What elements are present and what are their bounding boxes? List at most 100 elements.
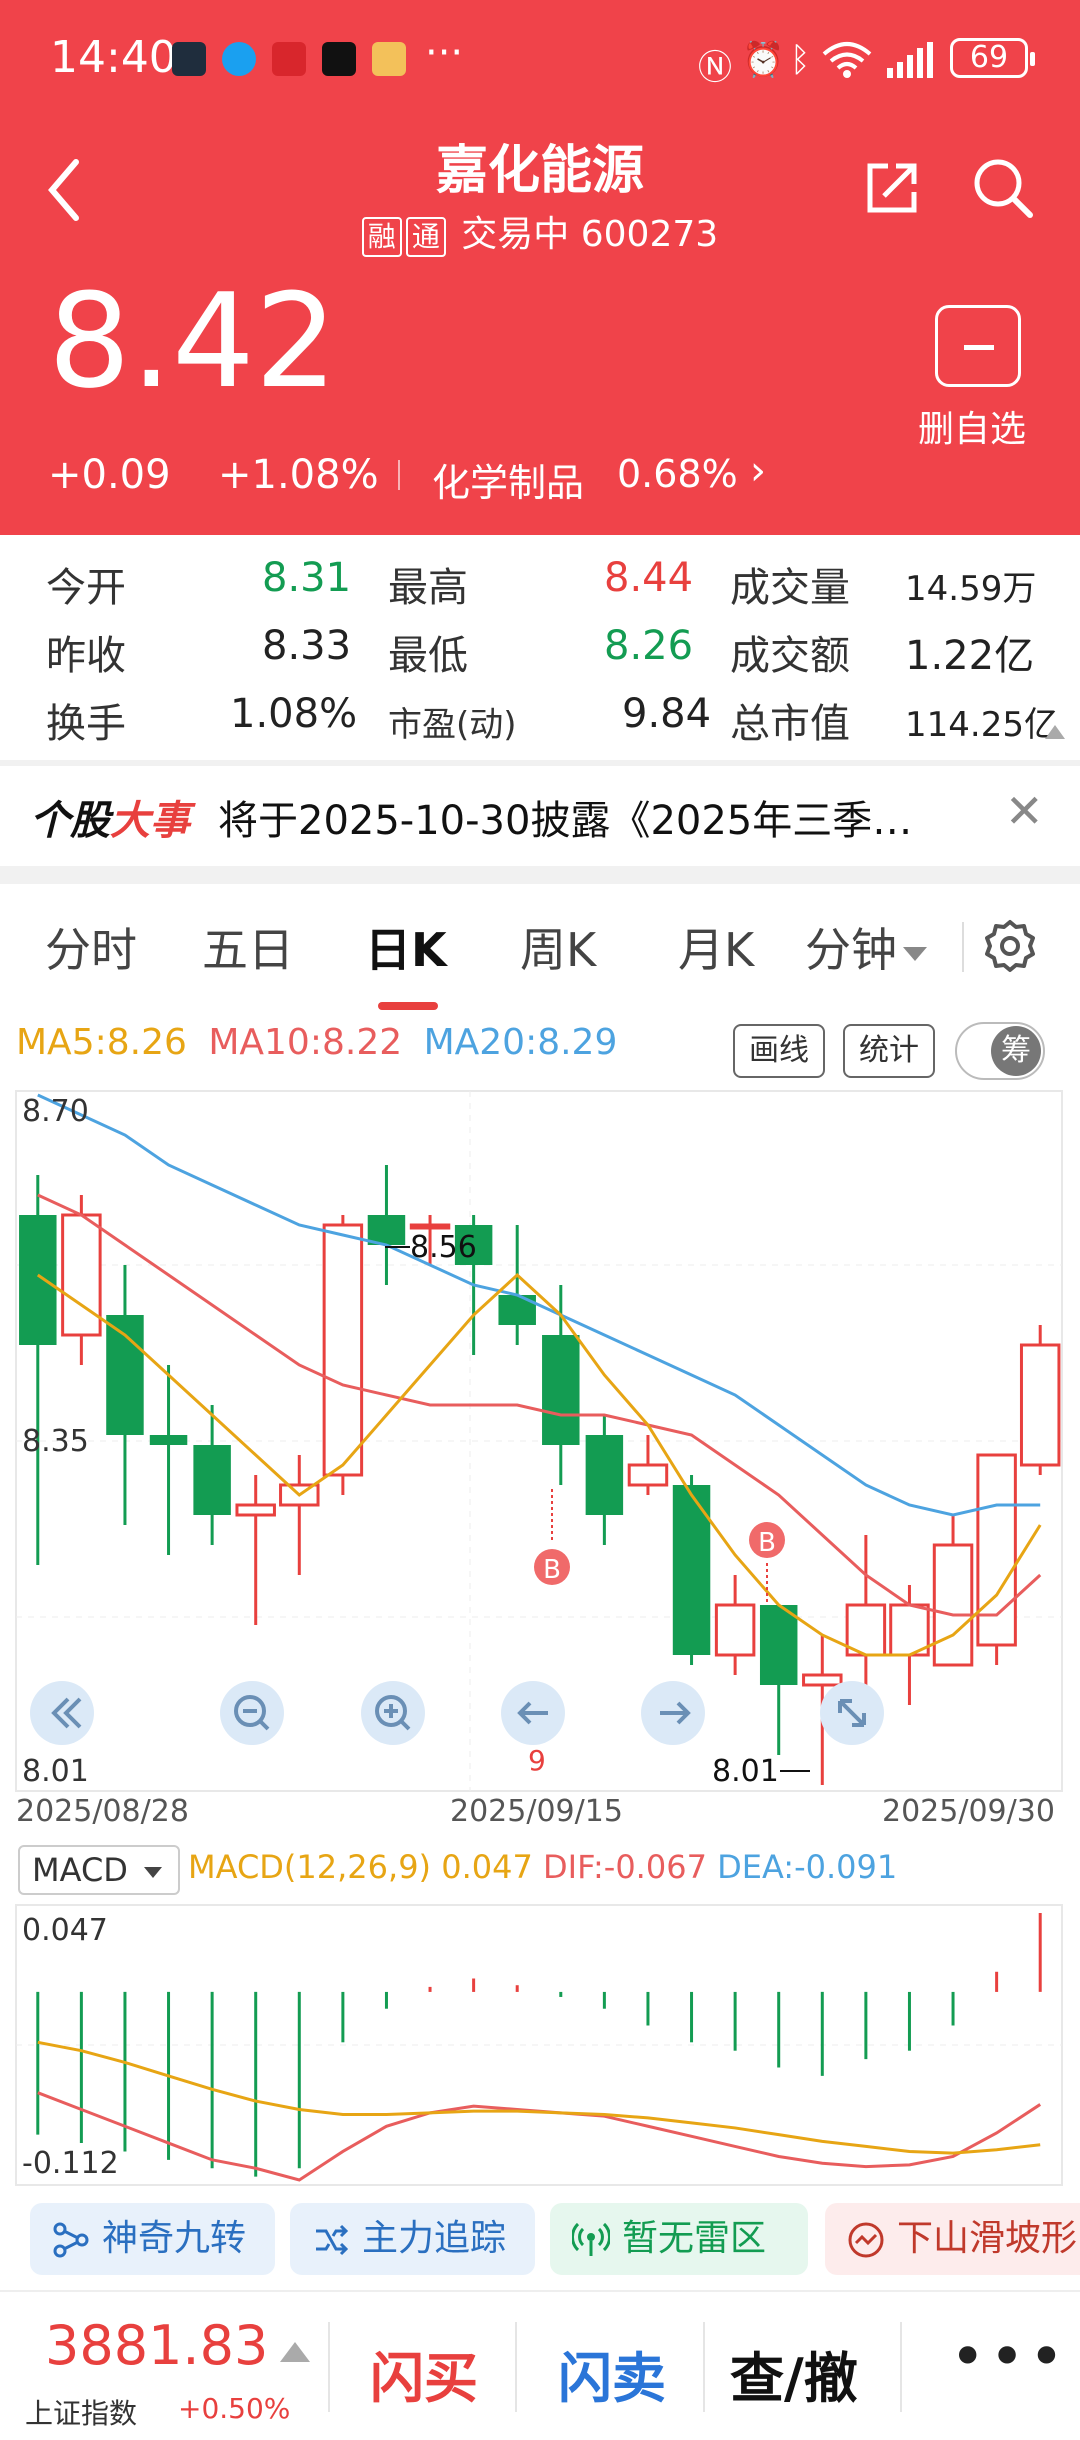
bank-app-notification-icon <box>372 42 406 76</box>
indicator-select-label: MACD <box>32 1851 128 1889</box>
candle-body[interactable] <box>585 1435 624 1515</box>
remove-watchlist-button[interactable] <box>935 305 1021 387</box>
pan-right-button[interactable] <box>641 1681 705 1745</box>
candle-body[interactable] <box>672 1485 711 1655</box>
y-tick-label: 8.70 <box>22 1094 89 1129</box>
sector-name[interactable]: 化学制品 <box>432 452 584 507</box>
battery-icon: 69 <box>950 38 1035 78</box>
chip-pattern[interactable]: 下山滑坡形 <box>825 2203 1080 2275</box>
zoom-out-button[interactable] <box>220 1681 284 1745</box>
scroll-left-button[interactable] <box>30 1681 94 1745</box>
candle-body[interactable] <box>149 1435 188 1445</box>
y-tick-label: 0.047 <box>22 1913 108 1948</box>
tab-daily-k[interactable]: 日K <box>365 914 447 980</box>
news-tag-a: 个股 <box>30 798 110 844</box>
volume-value: 14.59万 <box>905 569 1037 609</box>
chat-notification-icon <box>222 42 256 76</box>
stock-code: 600273 <box>580 214 719 255</box>
signal-icon <box>887 42 933 78</box>
divider <box>962 922 964 972</box>
candle-body[interactable] <box>193 1445 231 1515</box>
tab-monthly-k[interactable]: 月K <box>678 914 754 980</box>
x-tick-label: 2025/09/15 <box>450 1794 623 1829</box>
chip-magic-nine[interactable]: 神奇九转 <box>30 2203 275 2275</box>
candlestick-chart[interactable]: 8.70 8.35 8.01 2025/08/28 2025/09/15 202… <box>0 1085 1080 1835</box>
news-banner[interactable]: 个股大事 将于2025-10-30披露《2025年三季… ✕ <box>0 766 1080 866</box>
chevron-down-icon <box>903 946 927 961</box>
search-icon[interactable] <box>970 155 1036 221</box>
draw-line-button[interactable]: 画线 <box>733 1024 825 1078</box>
current-price: 8.42 <box>48 265 338 417</box>
index-value[interactable]: 3881.83 <box>45 2314 268 2377</box>
index-name[interactable]: 上证指数 <box>25 2392 137 2432</box>
ma5-value: MA5:8.26 <box>16 1022 187 1063</box>
candle-body[interactable] <box>322 1223 364 1477</box>
statistics-button[interactable]: 统计 <box>843 1024 935 1078</box>
tab-five-day[interactable]: 五日 <box>202 914 294 980</box>
margin-tag: 融 <box>361 217 402 257</box>
candle-body[interactable] <box>714 1603 756 1657</box>
low-value: 8.26 <box>604 623 694 669</box>
news-tag: 个股大事 <box>30 788 190 846</box>
pan-left-button[interactable] <box>501 1681 565 1745</box>
quote-grid: 今开 8.31 最高 8.44 成交量 14.59万 昨收 8.33 最低 8.… <box>0 535 1080 760</box>
candle-body[interactable] <box>235 1503 276 1517</box>
candle-body[interactable] <box>932 1543 974 1667</box>
tab-intraday[interactable]: 分时 <box>45 914 137 980</box>
gear-icon[interactable] <box>982 918 1038 974</box>
chip-main-force[interactable]: 主力追踪 <box>290 2203 535 2275</box>
feature-chips: 神奇九转 主力追踪 暂无雷区 下山滑坡形 <box>0 2195 1080 2290</box>
dea-line <box>37 2040 1041 2155</box>
tab-minute[interactable]: 分钟 <box>805 914 927 980</box>
quick-buy-button[interactable]: 闪买 <box>370 2334 478 2413</box>
chevron-right-icon[interactable]: › <box>750 448 766 494</box>
candle-body[interactable] <box>409 1223 451 1230</box>
nodes-icon <box>53 2222 89 2258</box>
quick-sell-button[interactable]: 闪卖 <box>558 2334 666 2413</box>
candle-body[interactable] <box>61 1213 102 1337</box>
candle-body[interactable] <box>627 1463 669 1487</box>
buy-marker-label: B <box>758 1528 776 1558</box>
max-price-label: 8.56 <box>410 1230 477 1265</box>
more-options-icon[interactable]: ••• <box>950 2322 1068 2392</box>
chip-label: 神奇九转 <box>102 2218 247 2259</box>
shuffle-icon <box>316 2224 349 2256</box>
mcap-label: 总市值 <box>730 701 850 747</box>
status-time: 14:40 <box>50 32 177 83</box>
fullscreen-button[interactable] <box>820 1681 884 1745</box>
candle-body[interactable] <box>759 1605 798 1685</box>
dea-value: DEA:-0.091 <box>717 1848 898 1886</box>
high-value: 8.44 <box>604 555 694 601</box>
expand-quote-icon[interactable] <box>1045 725 1065 739</box>
divider <box>515 2322 517 2412</box>
chip-distribution-toggle[interactable]: 筹 <box>955 1022 1045 1080</box>
candle-body[interactable] <box>106 1315 144 1435</box>
query-cancel-button[interactable]: 查/撤 <box>730 2334 858 2413</box>
bluetooth-icon: ᛒ <box>790 40 811 80</box>
news-text[interactable]: 将于2025-10-30披露《2025年三季… <box>218 788 978 846</box>
candle-body[interactable] <box>542 1335 580 1445</box>
indicator-select[interactable]: MACD <box>18 1845 180 1895</box>
candle-body[interactable] <box>1019 1343 1061 1467</box>
candle-body[interactable] <box>19 1215 57 1345</box>
radar-icon <box>572 2222 610 2256</box>
remove-watchlist-label[interactable]: 删自选 <box>918 400 1026 452</box>
stock-app-notification-icon <box>272 42 306 76</box>
close-icon[interactable]: ✕ <box>1005 784 1044 838</box>
triangle-up-icon <box>280 2342 310 2362</box>
wifi-icon <box>822 42 872 78</box>
mcap-value: 114.25亿 <box>905 705 1058 745</box>
zoom-in-button[interactable] <box>361 1681 425 1745</box>
trend-icon <box>848 2222 884 2258</box>
chip-no-risk[interactable]: 暂无雷区 <box>550 2203 808 2275</box>
open-label: 今开 <box>46 565 126 611</box>
sector-change-pct[interactable]: 0.68% <box>617 452 738 496</box>
share-icon[interactable] <box>862 158 922 218</box>
ma20-value: MA20:8.29 <box>423 1022 618 1063</box>
tab-weekly-k[interactable]: 周K <box>520 914 596 980</box>
buy-marker-label: B <box>543 1555 561 1585</box>
app-notification-icon <box>172 42 206 76</box>
connect-tag: 通 <box>405 217 446 257</box>
pe-label: 市盈(动) <box>388 705 517 745</box>
candle-body[interactable] <box>802 1673 843 1687</box>
